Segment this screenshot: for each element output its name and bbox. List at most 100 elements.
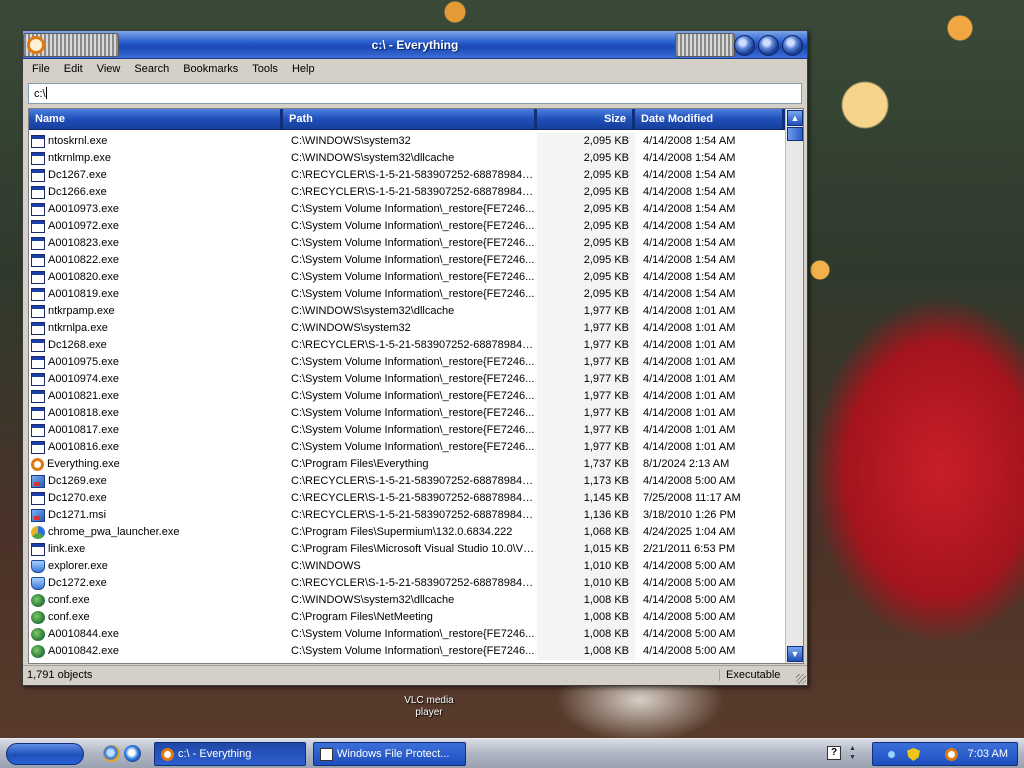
menu-file[interactable]: File <box>25 60 57 80</box>
exe-file-icon <box>31 339 45 352</box>
search-input[interactable]: c:\ <box>28 83 802 104</box>
taskbar-button-everything[interactable]: c:\ - Everything <box>154 742 306 766</box>
table-row[interactable]: A0010974.exe C:\System Volume Information… <box>29 371 785 388</box>
table-row[interactable]: conf.exe C:\WINDOWS\system32\dllcache 1,00… <box>29 592 785 609</box>
table-row[interactable]: Dc1269.exe C:\RECYCLER\S-1-5-21-583907252… <box>29 473 785 490</box>
table-row[interactable]: Dc1268.exe C:\RECYCLER\S-1-5-21-583907252… <box>29 337 785 354</box>
file-name: explorer.exe <box>48 560 108 572</box>
table-row[interactable]: A0010816.exe C:\System Volume Information… <box>29 439 785 456</box>
column-header-path[interactable]: Path <box>283 109 537 129</box>
file-date-modified: 4/14/2008 1:01 AM <box>643 390 736 402</box>
table-row[interactable]: explorer.exe C:\WINDOWS 1,010 KB 4/14/2008 … <box>29 558 785 575</box>
conf-file-icon <box>31 594 45 607</box>
start-button[interactable] <box>6 743 84 765</box>
table-row[interactable]: ntkrnlpa.exe C:\WINDOWS\system32 1,977 KB 4… <box>29 320 785 337</box>
file-name: chrome_pwa_launcher.exe <box>48 526 180 538</box>
table-row[interactable]: A0010818.exe C:\System Volume Information… <box>29 405 785 422</box>
table-row[interactable]: chrome_pwa_launcher.exe C:\Program Files\… <box>29 524 785 541</box>
file-path: C:\WINDOWS\system32\dllcache <box>291 305 455 317</box>
table-row[interactable]: Dc1271.msi C:\RECYCLER\S-1-5-21-583907252… <box>29 507 785 524</box>
table-row[interactable]: ntoskrnl.exe C:\WINDOWS\system32 2,095 KB 4… <box>29 133 785 150</box>
table-row[interactable]: A0010842.exe C:\System Volume Information… <box>29 643 785 660</box>
menu-bookmarks[interactable]: Bookmarks <box>176 60 245 80</box>
table-row[interactable]: A0010821.exe C:\System Volume Information… <box>29 388 785 405</box>
file-date-modified: 4/14/2008 1:54 AM <box>643 135 736 147</box>
menu-edit[interactable]: Edit <box>57 60 90 80</box>
resize-grip-icon[interactable] <box>796 674 806 684</box>
file-size: 2,095 KB <box>537 286 635 303</box>
status-bar: 1,791 objects Executable <box>23 665 807 685</box>
internet-explorer-icon[interactable] <box>103 745 120 762</box>
table-row[interactable]: link.exe C:\Program Files\Microsoft Visua… <box>29 541 785 558</box>
file-date-modified: 4/14/2008 1:54 AM <box>643 271 736 283</box>
file-name: A0010972.exe <box>48 220 119 232</box>
file-size: 2,095 KB <box>537 269 635 286</box>
file-name: A0010823.exe <box>48 237 119 249</box>
help-icon[interactable]: ? <box>827 746 841 760</box>
chrome-file-icon <box>31 526 45 539</box>
menu-search[interactable]: Search <box>127 60 176 80</box>
table-row[interactable]: A0010820.exe C:\System Volume Information… <box>29 269 785 286</box>
table-row[interactable]: conf.exe C:\Program Files\NetMeeting 1,008… <box>29 609 785 626</box>
table-row[interactable]: A0010822.exe C:\System Volume Information… <box>29 252 785 269</box>
maximize-button[interactable] <box>758 35 779 56</box>
file-date-modified: 4/14/2008 5:00 AM <box>643 594 736 606</box>
conf-file-icon <box>31 611 45 624</box>
menu-help[interactable]: Help <box>285 60 322 80</box>
table-row[interactable]: A0010972.exe C:\System Volume Information… <box>29 218 785 235</box>
table-row[interactable]: Dc1266.exe C:\RECYCLER\S-1-5-21-583907252… <box>29 184 785 201</box>
file-name-cell: A0010816.exe <box>29 439 283 456</box>
vlc-desktop-label[interactable]: VLC media player <box>396 695 462 719</box>
minimize-button[interactable] <box>734 35 755 56</box>
menu-tools[interactable]: Tools <box>245 60 285 80</box>
exe-file-icon <box>31 254 45 267</box>
file-path: C:\System Volume Information\_restore{FE… <box>291 373 535 385</box>
exe-file-icon <box>31 543 45 556</box>
table-row[interactable]: A0010817.exe C:\System Volume Information… <box>29 422 785 439</box>
network-tray-icon[interactable] <box>885 748 898 761</box>
table-row[interactable]: Dc1270.exe C:\RECYCLER\S-1-5-21-583907252… <box>29 490 785 507</box>
file-name: link.exe <box>48 543 86 555</box>
file-name-cell: Dc1272.exe <box>29 575 283 592</box>
clock[interactable]: 7:03 AM <box>968 748 1008 760</box>
everything-tray-icon[interactable] <box>945 748 958 761</box>
everything-taskbar-icon <box>161 747 174 761</box>
table-row[interactable]: A0010844.exe C:\System Volume Information… <box>29 626 785 643</box>
column-header-date-modified[interactable]: Date Modified <box>635 109 785 129</box>
tray-expand-icon[interactable]: ▲ ▼ <box>849 744 859 762</box>
file-path: C:\RECYCLER\S-1-5-21-583907252-688789844… <box>291 475 537 487</box>
close-button[interactable] <box>782 35 803 56</box>
security-shield-icon[interactable] <box>907 748 920 761</box>
browser-quicklaunch-icon[interactable] <box>124 745 141 762</box>
explorer-file-icon <box>31 577 45 590</box>
title-bar[interactable]: c:\ - Everything <box>23 31 807 59</box>
scroll-up-arrow-icon[interactable]: ▲ <box>787 110 803 126</box>
table-row[interactable]: Dc1267.exe C:\RECYCLER\S-1-5-21-583907252… <box>29 167 785 184</box>
table-row[interactable]: A0010975.exe C:\System Volume Information… <box>29 354 785 371</box>
exe-file-icon <box>31 271 45 284</box>
vertical-scrollbar[interactable]: ▲ ▼ <box>785 109 803 663</box>
file-name-cell: A0010973.exe <box>29 201 283 218</box>
table-row[interactable]: ntkrnlmp.exe C:\WINDOWS\system32\dllcache… <box>29 150 785 167</box>
scroll-down-arrow-icon[interactable]: ▼ <box>787 646 803 662</box>
file-path: C:\System Volume Information\_restore{FE… <box>291 628 535 640</box>
table-row[interactable]: A0010973.exe C:\System Volume Information… <box>29 201 785 218</box>
column-header-size[interactable]: Size <box>537 109 635 129</box>
table-row[interactable]: Dc1272.exe C:\RECYCLER\S-1-5-21-583907252… <box>29 575 785 592</box>
file-path: C:\RECYCLER\S-1-5-21-583907252-688789844… <box>291 509 537 521</box>
table-row[interactable]: A0010823.exe C:\System Volume Information… <box>29 235 785 252</box>
file-size: 2,095 KB <box>537 167 635 184</box>
exe-file-icon <box>31 390 45 403</box>
exe-file-icon <box>31 492 45 505</box>
file-path: C:\System Volume Information\_restore{FE… <box>291 288 535 300</box>
table-row[interactable]: Everything.exe C:\Program Files\Everythin… <box>29 456 785 473</box>
results-list[interactable]: Name Path Size Date Modified ntoskrnl.ex… <box>28 108 804 664</box>
column-header-name[interactable]: Name <box>29 109 283 129</box>
menu-view[interactable]: View <box>90 60 128 80</box>
table-row[interactable]: ntkrpamp.exe C:\WINDOWS\system32\dllcache… <box>29 303 785 320</box>
scroll-thumb[interactable] <box>787 127 803 141</box>
taskbar-button-windows-file-protection[interactable]: Windows File Protect... <box>313 742 466 766</box>
table-row[interactable]: A0010819.exe C:\System Volume Information… <box>29 286 785 303</box>
file-name-cell: ntkrpamp.exe <box>29 303 283 320</box>
exe-file-icon <box>31 356 45 369</box>
